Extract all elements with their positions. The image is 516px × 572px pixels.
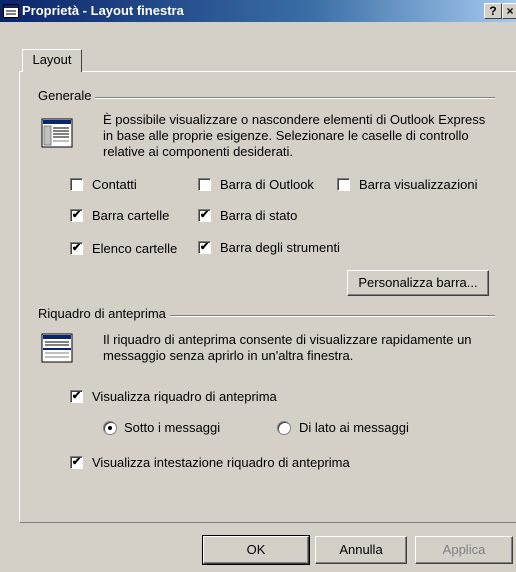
help-button[interactable]: ? <box>484 3 502 19</box>
sotto-messaggi-radio[interactable] <box>103 421 117 435</box>
barra-stato-checkbox[interactable]: ✔ <box>198 209 211 222</box>
barra-visualizzazioni-label: Barra visualizzazioni <box>359 177 478 192</box>
group-label-anteprima: Riquadro di anteprima <box>38 306 170 321</box>
intestazione-anteprima-checkbox[interactable]: ✔ <box>70 456 83 469</box>
tab-layout[interactable]: Layout <box>22 49 82 72</box>
barra-strumenti-label: Barra degli strumenti <box>220 240 340 255</box>
close-button[interactable]: × <box>502 3 516 19</box>
personalizza-barra-button[interactable]: Personalizza barra... <box>347 270 489 296</box>
title-bar[interactable]: Proprietà - Layout finestra ? × <box>0 0 516 22</box>
intestazione-anteprima-label: Visualizza intestazione riquadro di ante… <box>92 455 350 470</box>
sotto-messaggi-label: Sotto i messaggi <box>124 420 221 435</box>
layout-icon <box>41 117 73 149</box>
barra-outlook-label: Barra di Outlook <box>220 177 314 192</box>
applica-button[interactable]: Applica <box>415 536 513 564</box>
visualizza-anteprima-label: Visualizza riquadro di anteprima <box>92 389 277 404</box>
barra-outlook-checkbox[interactable] <box>198 178 211 191</box>
anteprima-description: Il riquadro di anteprima consente di vis… <box>103 332 472 363</box>
elenco-cartelle-label: Elenco cartelle <box>92 241 178 256</box>
visualizza-anteprima-checkbox[interactable]: ✔ <box>70 390 83 403</box>
barra-cartelle-label: Barra cartelle <box>92 208 170 223</box>
barra-stato-label: Barra di stato <box>220 208 298 223</box>
window-icon <box>3 3 19 19</box>
barra-cartelle-checkbox[interactable]: ✔ <box>70 209 83 222</box>
lato-messaggi-label: Di lato ai messaggi <box>299 420 409 435</box>
preview-pane-icon <box>41 332 73 364</box>
lato-messaggi-radio[interactable] <box>277 421 291 435</box>
tab-label: Layout <box>32 52 72 67</box>
barra-visualizzazioni-checkbox[interactable] <box>337 178 350 191</box>
radio-selected-dot <box>108 426 112 430</box>
group-rule-generale <box>40 97 495 99</box>
group-label-generale: Generale <box>38 88 96 103</box>
window-title: Proprietà - Layout finestra <box>22 3 184 18</box>
generale-description: È possibile visualizzare o nascondere el… <box>103 112 486 159</box>
contatti-label: Contatti <box>92 177 137 192</box>
elenco-cartelle-checkbox[interactable]: ✔ <box>70 242 83 255</box>
ok-button[interactable]: OK <box>202 535 310 565</box>
contatti-checkbox[interactable] <box>70 178 83 191</box>
annulla-button[interactable]: Annulla <box>315 536 407 564</box>
barra-strumenti-checkbox[interactable]: ✔ <box>198 241 211 254</box>
